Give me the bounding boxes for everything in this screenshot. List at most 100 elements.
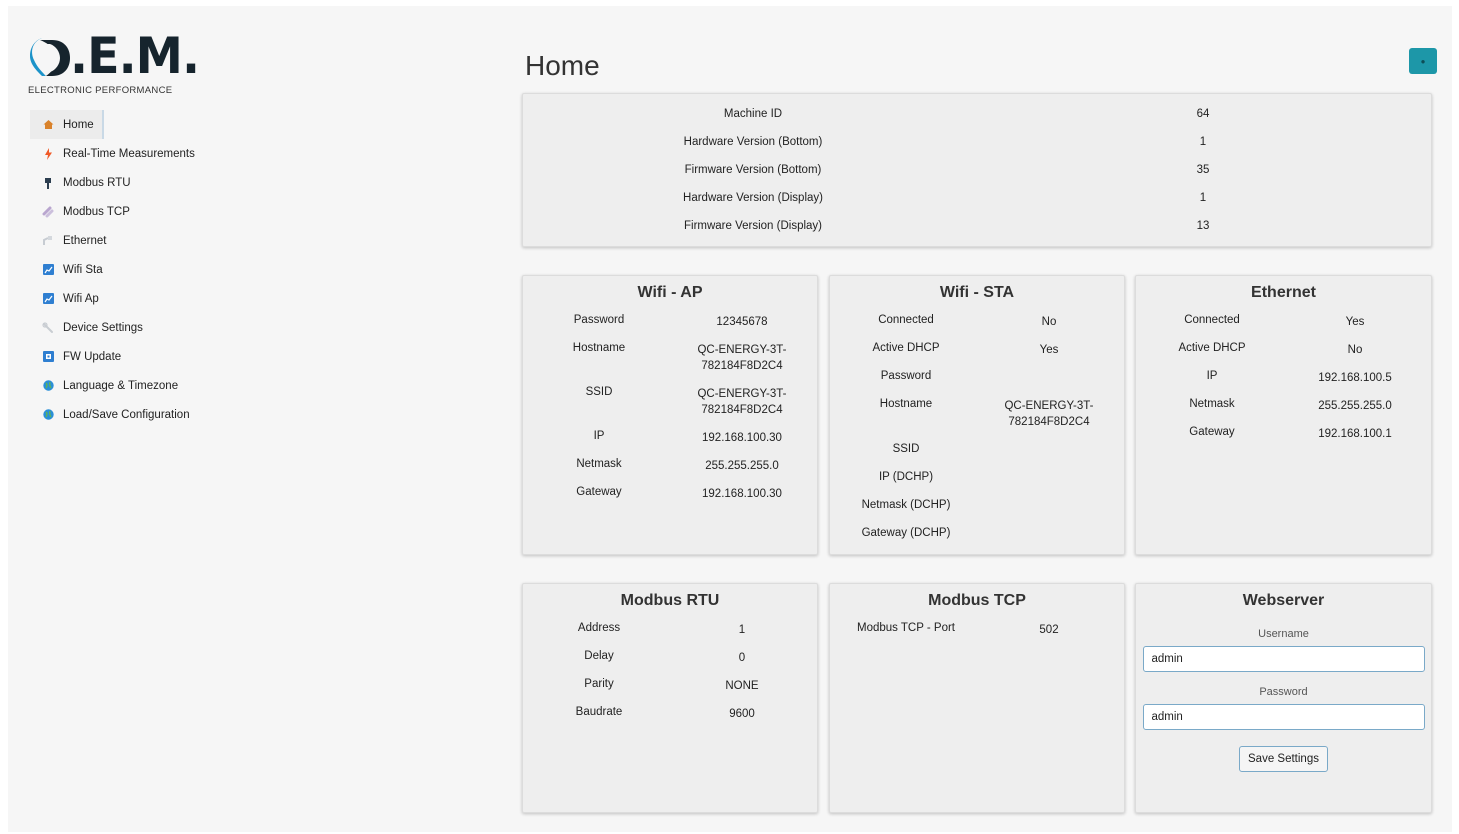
sidebar-item-label: Ethernet xyxy=(63,234,107,247)
username-label: Username xyxy=(1258,628,1309,640)
kv-value xyxy=(982,370,1116,390)
sidebar-item-fw-update[interactable]: FW Update xyxy=(30,342,220,371)
kv-label: Hostname xyxy=(572,342,626,354)
page-title: Home xyxy=(525,50,600,81)
kv-value xyxy=(982,499,1116,519)
card-title: Ethernet xyxy=(1251,284,1316,301)
logo: .E.M. ELECTRONIC PERFORMANCE xyxy=(28,27,200,102)
ethernet-card: Ethernet Connected Yes Active DHCP No IP 19… xyxy=(1135,275,1432,555)
kv-value: 0 xyxy=(738,652,746,664)
bolt-icon xyxy=(42,147,54,160)
info-row: Firmware Version (Display) 13 xyxy=(523,220,1431,240)
card-title: Webserver xyxy=(1242,592,1325,609)
sidebar-item-load-save-configuration[interactable]: Load/Save Configuration xyxy=(30,400,220,429)
card-title: Wifi - AP xyxy=(637,284,703,301)
kv-value: 9600 xyxy=(729,708,755,720)
kv-label: IP xyxy=(593,430,605,442)
kv-value: QC-ENERGY-3T- 782184F8D2C4 xyxy=(697,388,787,416)
kv-label: Connected xyxy=(878,314,934,326)
info-row: Firmware Version (Bottom) 35 xyxy=(523,164,1431,184)
kv-label: Active DHCP xyxy=(872,342,940,354)
kv-row: Active DHCP No xyxy=(1136,342,1431,362)
kv-label: Delay xyxy=(584,650,614,662)
kv-value xyxy=(982,471,1116,491)
kv-label: Parity xyxy=(584,678,614,690)
sidebar-item-label: Language & Timezone xyxy=(63,379,179,392)
kv-value xyxy=(982,443,1116,463)
kv-label: Active DHCP xyxy=(1178,342,1246,354)
info-label: Firmware Version (Bottom) xyxy=(684,164,822,176)
kv-value: 192.168.100.5 xyxy=(1318,372,1392,384)
kv-row: Hostname QC-ENERGY-3T- 782184F8D2C4 xyxy=(830,398,1124,435)
home-icon xyxy=(42,119,54,131)
kv-label: SSID xyxy=(585,386,613,398)
kv-label: Gateway (DCHP) xyxy=(861,527,951,539)
sidebar-item-language-timezone[interactable]: Language & Timezone xyxy=(30,371,220,400)
kv-label: Netmask (DCHP) xyxy=(861,499,951,511)
globe-save-icon xyxy=(42,409,54,421)
info-value: 1 xyxy=(1199,192,1207,204)
logo-text: .E.M. xyxy=(70,27,200,85)
sidebar-item-label: Modbus RTU xyxy=(63,176,131,189)
kv-label: SSID xyxy=(892,443,920,455)
sidebar-item-label: Wifi Sta xyxy=(63,263,103,276)
sidebar-item-wifi-ap[interactable]: Wifi Ap xyxy=(30,284,220,313)
password-label: Password xyxy=(1259,686,1308,698)
firmware-icon xyxy=(42,351,54,363)
sidebar-item-modbus-tcp[interactable]: Modbus TCP xyxy=(30,197,220,226)
kv-row: IP (DCHP) xyxy=(830,471,1124,491)
kv-row: Gateway 192.168.100.30 xyxy=(523,486,817,506)
sidebar-item-label: Real-Time Measurements xyxy=(63,147,195,160)
sidebar-item-ethernet[interactable]: Ethernet xyxy=(30,226,220,255)
sidebar-item-label: Device Settings xyxy=(63,321,143,334)
sidebar-item-label: Wifi Ap xyxy=(63,292,99,305)
kv-label: Netmask xyxy=(576,458,622,470)
kv-row: Netmask (DCHP) xyxy=(830,499,1124,519)
sidebar-item-label: Modbus TCP xyxy=(63,205,130,218)
modbus-tcp-card: Modbus TCP Modbus TCP - Port 502 xyxy=(829,583,1125,813)
sidebar-item-real-time-measurements[interactable]: Real-Time Measurements xyxy=(30,139,220,168)
info-value: 35 xyxy=(1196,164,1210,176)
kv-value: 192.168.100.1 xyxy=(1318,428,1392,440)
sidebar-item-modbus-rtu[interactable]: Modbus RTU xyxy=(30,168,220,197)
sidebar-item-home[interactable]: Home xyxy=(30,110,104,139)
globe-icon xyxy=(42,380,54,392)
info-value: 64 xyxy=(1196,108,1210,120)
kv-label: Netmask xyxy=(1189,398,1235,410)
kv-value: 12345678 xyxy=(716,316,768,328)
logo-tagline: ELECTRONIC PERFORMANCE xyxy=(28,85,173,96)
kv-row: SSID QC-ENERGY-3T- 782184F8D2C4 xyxy=(523,386,817,422)
kv-label: Modbus TCP - Port xyxy=(856,622,955,634)
kv-row: Password 12345678 xyxy=(523,314,817,334)
username-input[interactable] xyxy=(1142,646,1425,672)
card-title: Modbus RTU xyxy=(620,592,720,609)
wifi-ap-card: Wifi - AP Password 12345678 Hostname QC-EN… xyxy=(522,275,818,555)
kv-value: No xyxy=(1041,316,1057,328)
kv-label: IP (DCHP) xyxy=(878,471,934,483)
kv-row: Netmask 255.255.255.0 xyxy=(523,458,817,478)
password-input[interactable] xyxy=(1142,704,1425,730)
kv-row: Hostname QC-ENERGY-3T- 782184F8D2C4 xyxy=(523,342,817,378)
sidebar-item-label: Load/Save Configuration xyxy=(63,408,190,421)
kv-value: 1 xyxy=(738,624,746,636)
refresh-icon: ● xyxy=(1420,56,1426,66)
sidebar-item-device-settings[interactable]: Device Settings xyxy=(30,313,220,342)
wrench-icon xyxy=(42,321,54,334)
sidebar-item-label: FW Update xyxy=(63,350,122,363)
info-row: Hardware Version (Bottom) 1 xyxy=(523,136,1431,156)
info-value: 13 xyxy=(1196,220,1210,232)
kv-row: Gateway 192.168.100.1 xyxy=(1136,426,1431,446)
info-label: Machine ID xyxy=(723,108,783,120)
info-label: Hardware Version (Bottom) xyxy=(683,136,823,148)
kv-label: IP xyxy=(1206,370,1218,382)
info-label: Hardware Version (Display) xyxy=(683,192,823,204)
refresh-button[interactable]: ● xyxy=(1409,48,1437,74)
save-settings-button[interactable]: Save Settings xyxy=(1239,746,1328,772)
app-frame: .E.M. ELECTRONIC PERFORMANCE Home Real-T… xyxy=(8,6,1452,832)
modbus-rtu-card: Modbus RTU Address 1 Delay 0 Parity NONE Ba… xyxy=(522,583,818,813)
sidebar-item-label: Home xyxy=(63,118,94,131)
info-value: 1 xyxy=(1199,136,1207,148)
kv-value: 255.255.255.0 xyxy=(705,460,779,472)
sidebar-item-wifi-sta[interactable]: Wifi Sta xyxy=(30,255,220,284)
kv-label: Gateway xyxy=(576,486,622,498)
